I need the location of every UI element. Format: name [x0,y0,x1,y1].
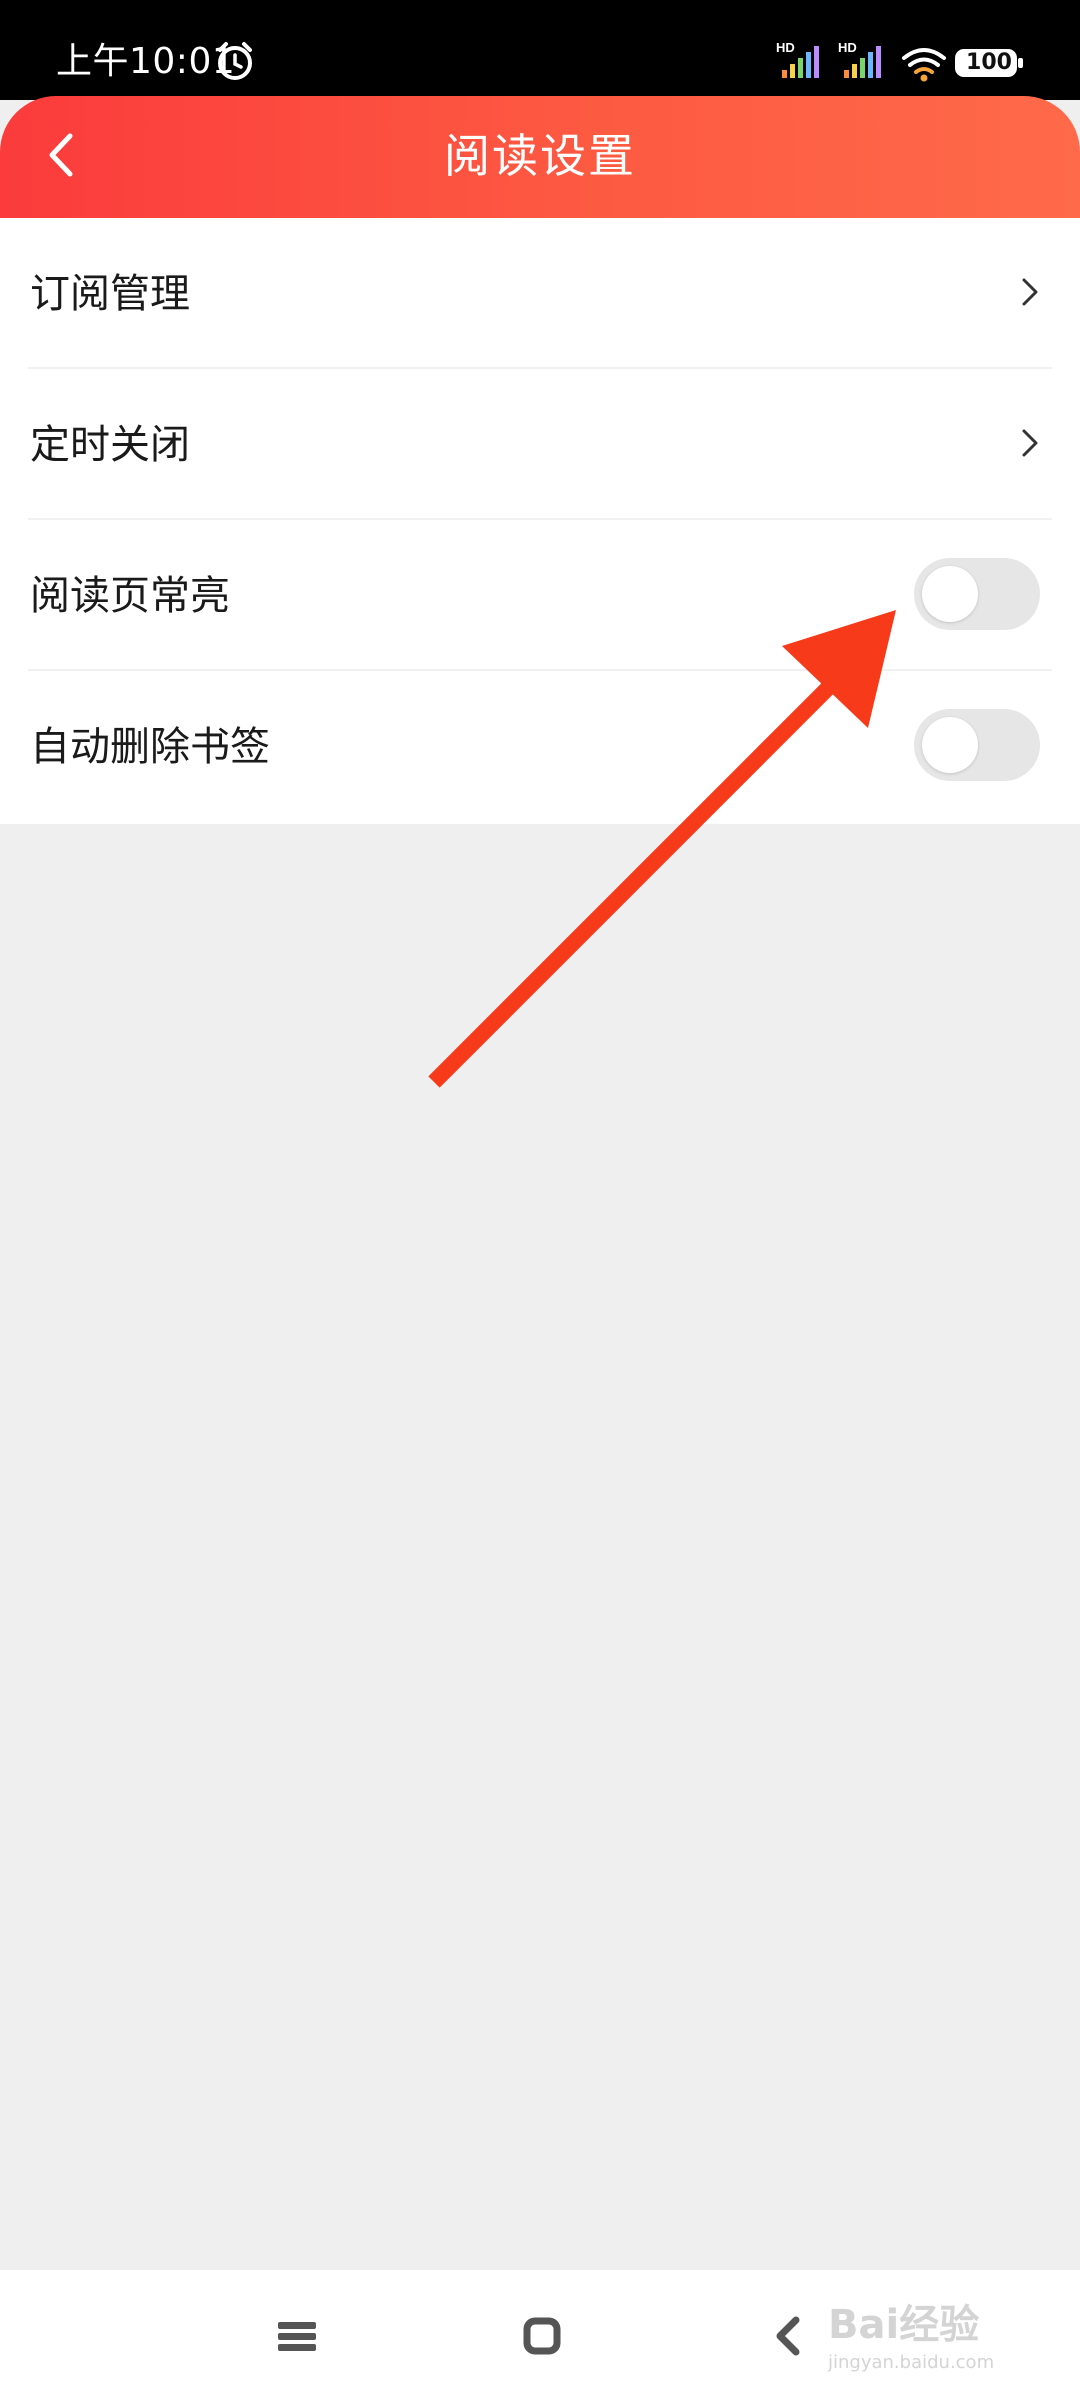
watermark-sub: jingyan.baidu.com [828,2352,995,2373]
svg-text:HD: HD [838,40,857,55]
keep-screen-on-toggle[interactable] [914,558,1040,630]
setting-label: 自动删除书签 [30,724,270,770]
status-bar: 上午10:01 HD HD 100 [0,0,1080,100]
toggle-knob [922,566,978,622]
setting-label: 订阅管理 [30,271,190,317]
toggle-knob [922,717,978,773]
menu-icon[interactable] [276,2316,318,2356]
setting-keep-screen-on: 阅读页常亮 [0,520,1080,671]
cellular-signal-icon: HD [838,40,881,78]
setting-subscription-management[interactable]: 订阅管理 [0,218,1080,369]
settings-list: 订阅管理 定时关闭 阅读页常亮 自动删除书签 [0,218,1080,824]
wifi-icon [902,48,946,82]
home-icon[interactable] [522,2316,562,2356]
watermark: Bai经验 jingyan.baidu.com [828,2280,1028,2380]
back-icon[interactable] [772,2312,802,2360]
setting-timed-close[interactable]: 定时关闭 [0,369,1080,520]
auto-delete-bookmarks-toggle[interactable] [914,709,1040,781]
setting-label: 阅读页常亮 [30,573,230,619]
status-time: 上午10:01 [56,41,236,82]
svg-text:HD: HD [776,40,795,55]
cellular-signal-icon: HD [776,40,819,78]
chevron-right-icon [1022,429,1038,457]
alarm-clock-icon [218,42,252,80]
setting-auto-delete-bookmarks: 自动删除书签 [0,671,1080,822]
setting-label: 定时关闭 [30,422,190,468]
page-title: 阅读设置 [444,129,636,183]
header-bar: 阅读设置 [0,96,1080,218]
watermark-text: Bai经验 [828,2302,980,2348]
battery-level: 100 [966,50,1012,75]
chevron-right-icon [1022,278,1038,306]
